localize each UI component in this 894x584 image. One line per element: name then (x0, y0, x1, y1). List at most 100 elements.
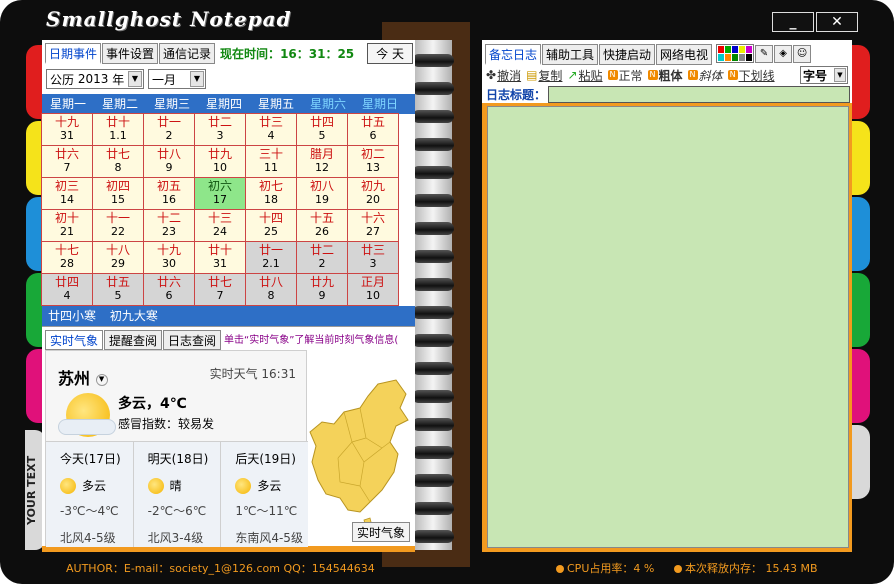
paste-button[interactable]: ↗ 粘贴 (567, 67, 602, 84)
calendar-day[interactable]: 廿八 8 (245, 273, 297, 306)
calendar-day[interactable]: 初九 20 (347, 177, 399, 210)
tab-log-view[interactable]: 日志查阅 (163, 330, 222, 350)
calendar-type-select[interactable]: 公历 2013 年 ▼ (46, 69, 144, 89)
calendar-day[interactable]: 正月 10 (347, 273, 399, 306)
log-title-input[interactable] (548, 85, 850, 103)
calendar-day[interactable]: 廿三 3 (347, 241, 399, 274)
solar-day: 20 (366, 193, 380, 206)
solar-day: 4 (267, 129, 275, 142)
copy-button[interactable]: ▤ 复制 (526, 67, 562, 84)
underline-button[interactable]: N 下划线 (727, 67, 775, 84)
bold-button[interactable]: N 粗体 (647, 67, 683, 84)
lunar-date-info: 壬辰年(龙)腊月初六 2013-1-17 (254, 71, 411, 87)
calendar-day[interactable]: 十七 28 (41, 241, 93, 274)
calendar-day[interactable]: 廿一 2 (143, 113, 195, 146)
calendar-day[interactable]: 廿一 2.1 (245, 241, 297, 274)
tab-quick-launch[interactable]: 快捷启动 (599, 44, 656, 65)
tab-date-events[interactable]: 日期事件 (45, 43, 102, 64)
solar-day: 22 (111, 225, 125, 238)
calendar-day[interactable]: 廿四 4 (41, 273, 93, 306)
color-tab-red-right[interactable] (852, 45, 870, 119)
calendar-day[interactable]: 十五 26 (296, 209, 348, 242)
calendar-day[interactable]: 十六 27 (347, 209, 399, 242)
lunar-day: 廿四 (309, 115, 334, 129)
realtime-weather-button[interactable]: 实时气象 (352, 522, 411, 542)
calendar-day[interactable]: 十一 22 (92, 209, 144, 242)
calendar-day[interactable]: 廿五 6 (347, 113, 399, 146)
realtime-label: 实时天气 16:31 (209, 367, 296, 381)
lunar-day: 廿八 (156, 147, 181, 161)
calendar-day[interactable]: 初八 19 (296, 177, 348, 210)
color-tab-gray-right[interactable] (852, 425, 870, 499)
china-map-icon[interactable] (308, 362, 412, 532)
tab-contacts[interactable]: 通信记录 (159, 43, 216, 64)
calendar-day[interactable]: 十九 30 (143, 241, 195, 274)
calendar-day[interactable]: 廿二 3 (194, 113, 246, 146)
calendar-day[interactable]: 初二 13 (347, 145, 399, 178)
solar-day: 5 (318, 129, 326, 142)
settings-icon[interactable]: ◈ (774, 44, 793, 63)
calendar-day[interactable]: 廿六 7 (41, 145, 93, 178)
calendar-day[interactable]: 初三 14 (41, 177, 93, 210)
weather-link[interactable]: 单击“实时气象”了解当前时刻气象信息( (224, 331, 398, 346)
calendar-day[interactable]: 廿六 6 (143, 273, 195, 306)
undo-button[interactable]: ✤ 撤消 (486, 67, 521, 84)
cold-index: 感冒指数：较易发 (118, 417, 215, 431)
calendar-day[interactable]: 廿九 9 (296, 273, 348, 306)
close-button[interactable]: ✕ (816, 12, 858, 32)
calendar-day[interactable]: 廿二 2 (296, 241, 348, 274)
calendar-day[interactable]: 十九 31 (41, 113, 93, 146)
normal-button[interactable]: N 正常 (607, 67, 643, 84)
calendar-day[interactable]: 廿五 5 (92, 273, 144, 306)
month-select[interactable]: 一月 ▼ (148, 69, 206, 89)
minimize-button[interactable]: _ (772, 12, 814, 32)
tab-memo-log[interactable]: 备忘日志 (485, 44, 542, 65)
color-tab-yellow-right[interactable] (852, 121, 870, 195)
user-icon[interactable]: ☺ (793, 44, 812, 63)
calendar-day[interactable]: 十四 25 (245, 209, 297, 242)
calendar-day[interactable]: 廿七 8 (92, 145, 144, 178)
today-button[interactable]: 今 天 (367, 43, 413, 64)
log-editor[interactable] (487, 106, 849, 548)
calendar-day[interactable]: 腊月 12 (296, 145, 348, 178)
tab-event-settings[interactable]: 事件设置 (102, 43, 159, 64)
binding-ring (412, 502, 454, 515)
month-value: 一月 (152, 72, 177, 87)
calendar-day[interactable]: 三十 11 (245, 145, 297, 178)
calendar-day[interactable]: 廿十 1.1 (92, 113, 144, 146)
color-palette-icon[interactable] (716, 44, 755, 63)
city-selector[interactable]: 苏州 ▼ (58, 365, 108, 389)
calendar-day[interactable]: 初五 16 (143, 177, 195, 210)
italic-button[interactable]: N 斜体 (687, 67, 723, 84)
calendar-day[interactable]: 初十 21 (41, 209, 93, 242)
calendar-day[interactable]: 十八 29 (92, 241, 144, 274)
calendar-day[interactable]: 廿十 31 (194, 241, 246, 274)
calendar-day[interactable]: 十二 23 (143, 209, 195, 242)
calendar-day[interactable]: 廿九 10 (194, 145, 246, 178)
color-tab-pink-right[interactable] (852, 349, 870, 423)
tab-reminders[interactable]: 提醒查阅 (104, 330, 163, 350)
calendar-day[interactable]: 初四 15 (92, 177, 144, 210)
calendar-day[interactable]: 廿四 5 (296, 113, 348, 146)
color-tab-blue-right[interactable] (852, 197, 870, 271)
tab-realtime-weather[interactable]: 实时气象 (45, 330, 104, 350)
italic-icon: N (687, 70, 698, 80)
calendar-day[interactable]: 十三 24 (194, 209, 246, 242)
solar-day: 14 (60, 193, 74, 206)
calendar-day-today[interactable]: 初六 17 (194, 177, 246, 210)
calendar-day[interactable]: 廿七 7 (194, 273, 246, 306)
solar-day: 16 (162, 193, 176, 206)
undo-icon: ✤ (486, 68, 497, 82)
calendar-day[interactable]: 初七 18 (245, 177, 297, 210)
pen-icon[interactable]: ✎ (755, 44, 774, 63)
forecast-day: 今天(17日) (60, 452, 121, 466)
calendar-week: 十九 31 廿十 1.1 廿一 2 廿二 3 廿三 4 廿四 5 廿五 6 (41, 113, 415, 146)
color-tab-green-right[interactable] (852, 273, 870, 347)
tab-network-tv[interactable]: 网络电视 (656, 44, 713, 65)
font-size-select[interactable]: 字号 ▼ (800, 66, 848, 84)
cpu-usage: CPU占用率：4 % (556, 560, 654, 576)
calendar-day[interactable]: 廿八 9 (143, 145, 195, 178)
tab-aux-tools[interactable]: 辅助工具 (542, 44, 599, 65)
calendar-week: 廿六 7 廿七 8 廿八 9 廿九 10 三十 11 腊月 12 初二 13 (41, 145, 415, 178)
calendar-day[interactable]: 廿三 4 (245, 113, 297, 146)
